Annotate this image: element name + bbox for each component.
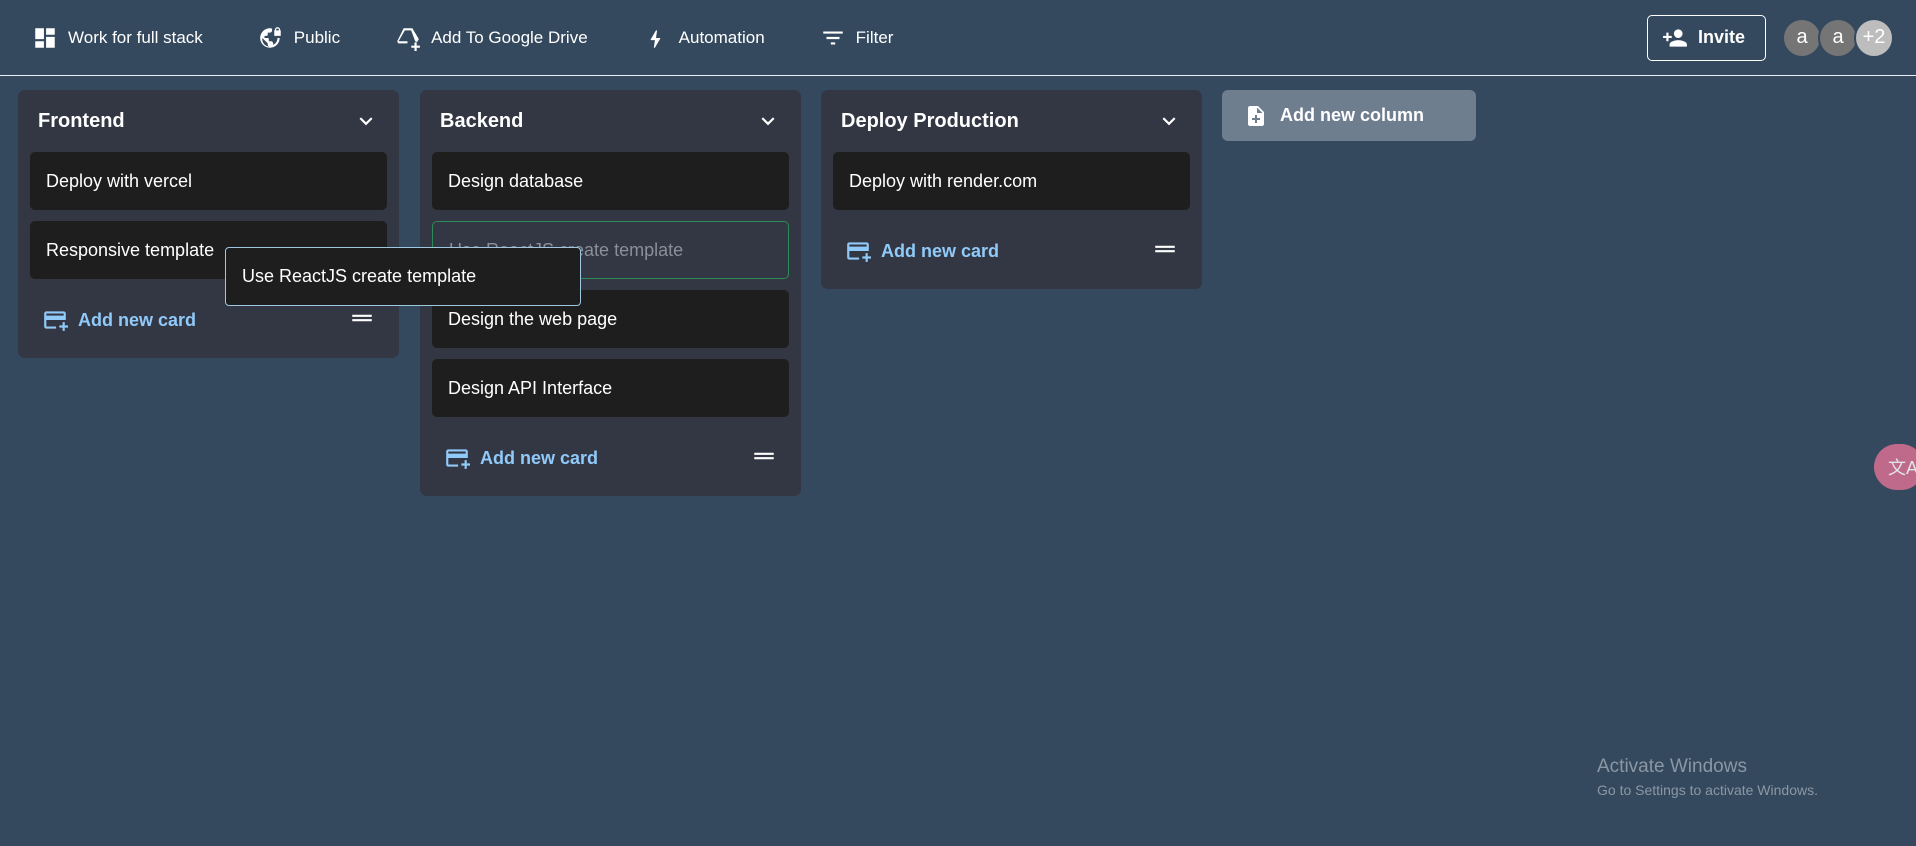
column-deploy-production: Deploy Production Deploy with render.com… [821,90,1202,289]
add-card-label: Add new card [78,309,197,330]
column-title: Frontend [38,109,125,132]
task-card[interactable]: Deploy with render.com [833,152,1190,210]
column-frontend: Frontend Deploy with vercel Responsive t… [18,90,399,358]
board-title-label: Work for full stack [68,27,203,47]
invite-label: Invite [1697,27,1745,47]
automation-label: Automation [678,27,765,47]
visibility-label: Public [293,27,341,47]
add-card-button[interactable]: Add new card [845,238,999,264]
filter-label: Filter [855,27,894,47]
drag-handle-icon[interactable] [349,305,375,336]
column-footer: Add new card [432,424,789,496]
add-card-icon [446,449,470,469]
chevron-down-icon[interactable] [755,108,781,134]
column-title: Deploy Production [841,109,1019,132]
add-to-drive-button[interactable]: Add To Google Drive [395,25,588,51]
public-lock-icon [259,26,281,48]
translate-button[interactable]: 文A [1874,444,1916,490]
avatar[interactable]: a [1782,17,1822,58]
column-title: Backend [440,109,524,132]
dragging-card[interactable]: Use ReactJS create template [225,247,581,306]
add-card-icon [847,242,871,262]
watermark-subtitle: Go to Settings to activate Windows. [1597,782,1818,798]
task-card[interactable]: Deploy with vercel [30,152,387,210]
note-add-icon [1248,105,1264,126]
add-card-button[interactable]: Add new card [444,445,598,471]
task-card[interactable]: Design database [432,152,789,210]
filter-button[interactable]: Filter [820,25,894,51]
filter-icon [822,31,843,44]
drag-handle-icon[interactable] [1152,236,1178,267]
task-card[interactable]: Design API Interface [432,359,789,417]
person-add-icon [1663,28,1687,47]
chevron-down-icon[interactable] [353,108,379,134]
column-header: Backend [432,90,789,152]
add-to-drive-icon [397,27,421,51]
add-card-button[interactable]: Add new card [42,307,196,333]
chevron-down-icon[interactable] [1156,108,1182,134]
dashboard-icon [35,27,55,48]
add-card-label: Add new card [480,447,599,468]
column-footer: Add new card [833,217,1190,289]
activation-watermark: Activate Windows Go to Settings to activ… [1597,756,1818,798]
board-toolbar: Work for full stack Public Add To Google… [0,0,1916,76]
invite-button[interactable]: Invite [1646,14,1766,61]
visibility-button[interactable]: Public [258,25,340,51]
add-to-drive-label: Add To Google Drive [431,27,588,47]
more-members-badge[interactable]: +2 [1854,17,1894,58]
watermark-title: Activate Windows [1597,756,1747,777]
automation-button[interactable]: Automation [643,25,765,51]
avatar[interactable]: a [1818,17,1858,58]
board-title-button[interactable]: Work for full stack [32,25,203,51]
column-header: Frontend [30,90,387,152]
add-column-label: Add new column [1280,105,1424,125]
add-card-icon [44,311,68,331]
bolt-icon [650,29,660,48]
add-column-button[interactable]: Add new column [1222,90,1476,141]
column-header: Deploy Production [833,90,1190,152]
add-card-label: Add new card [881,240,1000,261]
member-avatars[interactable]: a a +2 [1782,17,1894,58]
drag-handle-icon[interactable] [751,443,777,474]
